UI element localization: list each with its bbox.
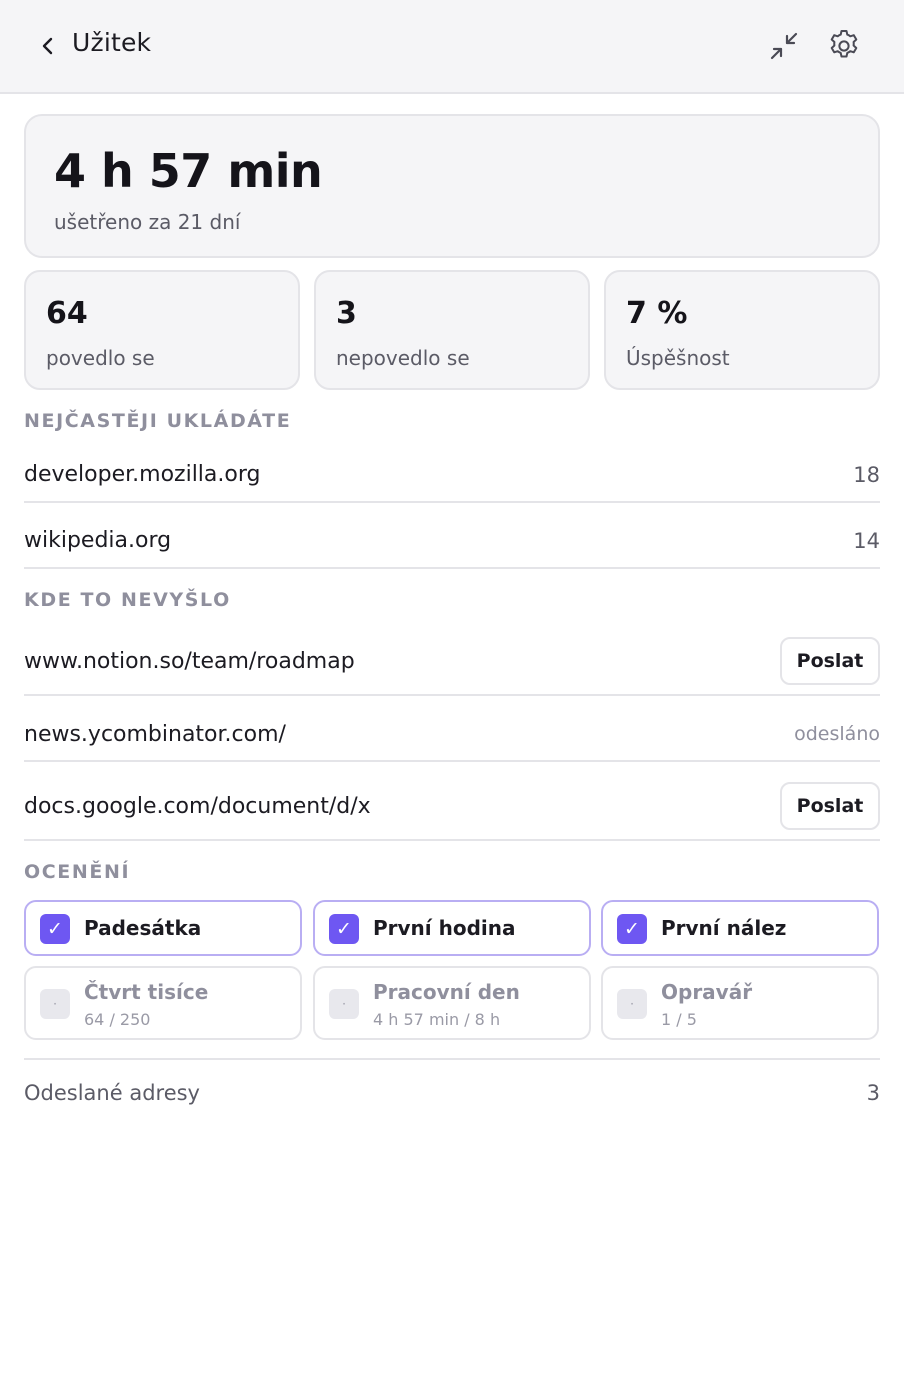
award-progress: 64 / 250	[84, 1010, 151, 1029]
chevron-left-icon	[42, 37, 53, 55]
award-pending: · Čtvrt tisíce 64 / 250	[24, 966, 302, 1040]
award-name: První hodina	[373, 916, 516, 940]
back-button[interactable]	[34, 30, 62, 62]
award-pending: · Pracovní den 4 h 57 min / 8 h	[313, 966, 591, 1040]
site-count: 18	[853, 463, 880, 487]
failed-url: news.ycombinator.com/	[24, 722, 286, 747]
award-earned: ✓ Padesátka	[24, 900, 302, 956]
stat-value: 7 %	[626, 296, 688, 331]
send-button[interactable]: Poslat	[780, 782, 880, 830]
award-progress: 1 / 5	[661, 1010, 697, 1029]
stat-value: 64	[46, 296, 88, 331]
collapse-icon	[770, 32, 798, 60]
stat-card-success: 64 povedlo se	[24, 270, 300, 390]
list-item: www.notion.so/team/roadmap Poslat	[24, 626, 880, 696]
award-name: Opravář	[661, 980, 753, 1004]
failed-url: www.notion.so/team/roadmap	[24, 649, 355, 674]
site-domain: wikipedia.org	[24, 528, 172, 553]
page-title: Užitek	[72, 28, 152, 57]
award-name: Padesátka	[84, 916, 202, 940]
section-title-failures: KDE TO NEVYŠLO	[24, 589, 231, 611]
checkmark-icon: ✓	[617, 914, 647, 944]
award-progress: 4 h 57 min / 8 h	[373, 1010, 501, 1029]
award-name: První nález	[661, 916, 787, 940]
top-bar: Užitek	[0, 0, 904, 94]
send-button[interactable]: Poslat	[780, 637, 880, 685]
checkmark-icon: ✓	[40, 914, 70, 944]
pending-dot-icon: ·	[40, 989, 70, 1019]
section-title-awards: OCENĚNÍ	[24, 861, 131, 883]
award-name: Čtvrt tisíce	[84, 980, 209, 1004]
award-pending: · Opravář 1 / 5	[601, 966, 879, 1040]
list-item: docs.google.com/document/d/x Poslat	[24, 762, 880, 841]
time-saved-value: 4 h 57 min	[54, 144, 323, 198]
time-saved-caption: ušetřeno za 21 dní	[54, 210, 241, 234]
pending-dot-icon: ·	[329, 989, 359, 1019]
stat-label: povedlo se	[46, 346, 155, 370]
site-domain: developer.mozilla.org	[24, 462, 261, 487]
stat-card-success-rate: 7 % Úspěšnost	[604, 270, 880, 390]
stat-card-failure: 3 nepovedlo se	[314, 270, 590, 390]
section-title-top-sites: NEJČASTĚJI UKLÁDÁTE	[24, 410, 292, 432]
award-name: Pracovní den	[373, 980, 520, 1004]
list-item: developer.mozilla.org 18	[24, 448, 880, 503]
divider	[24, 1058, 880, 1060]
settings-button[interactable]	[824, 26, 864, 66]
gear-icon	[830, 30, 858, 58]
list-item: wikipedia.org 14	[24, 503, 880, 569]
failed-url: docs.google.com/document/d/x	[24, 794, 371, 819]
award-earned: ✓ První nález	[601, 900, 879, 956]
stat-label: nepovedlo se	[336, 346, 470, 370]
pending-dot-icon: ·	[617, 989, 647, 1019]
site-count: 14	[853, 529, 880, 553]
list-item: news.ycombinator.com/ odesláno	[24, 696, 880, 762]
sent-addresses-label: Odeslané adresy	[24, 1081, 200, 1105]
sent-addresses-count: 3	[866, 1081, 880, 1105]
sent-status: odesláno	[794, 723, 880, 745]
collapse-button[interactable]	[764, 26, 804, 66]
award-earned: ✓ První hodina	[313, 900, 591, 956]
stat-value: 3	[336, 296, 357, 331]
time-saved-card: 4 h 57 min ušetřeno za 21 dní	[24, 114, 880, 258]
checkmark-icon: ✓	[329, 914, 359, 944]
stat-label: Úspěšnost	[626, 346, 730, 370]
